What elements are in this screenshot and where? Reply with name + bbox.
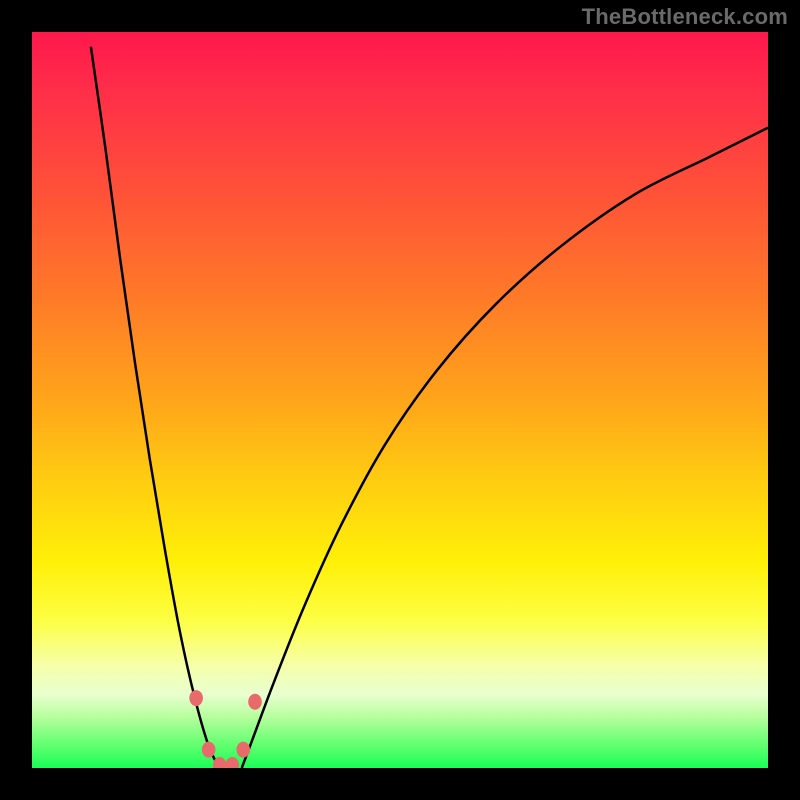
plot-area — [32, 32, 768, 768]
chart-frame: TheBottleneck.com — [0, 0, 800, 800]
curve-left-branch — [91, 47, 220, 768]
bead-marker — [236, 742, 250, 758]
bead-marker — [189, 690, 203, 706]
bead-marker — [202, 742, 216, 758]
bead-marker — [248, 694, 262, 710]
curves-layer — [32, 32, 768, 768]
watermark-text: TheBottleneck.com — [582, 4, 788, 30]
bead-marker — [225, 757, 239, 768]
trough-beads — [189, 690, 261, 768]
curve-right-branch — [242, 128, 768, 768]
